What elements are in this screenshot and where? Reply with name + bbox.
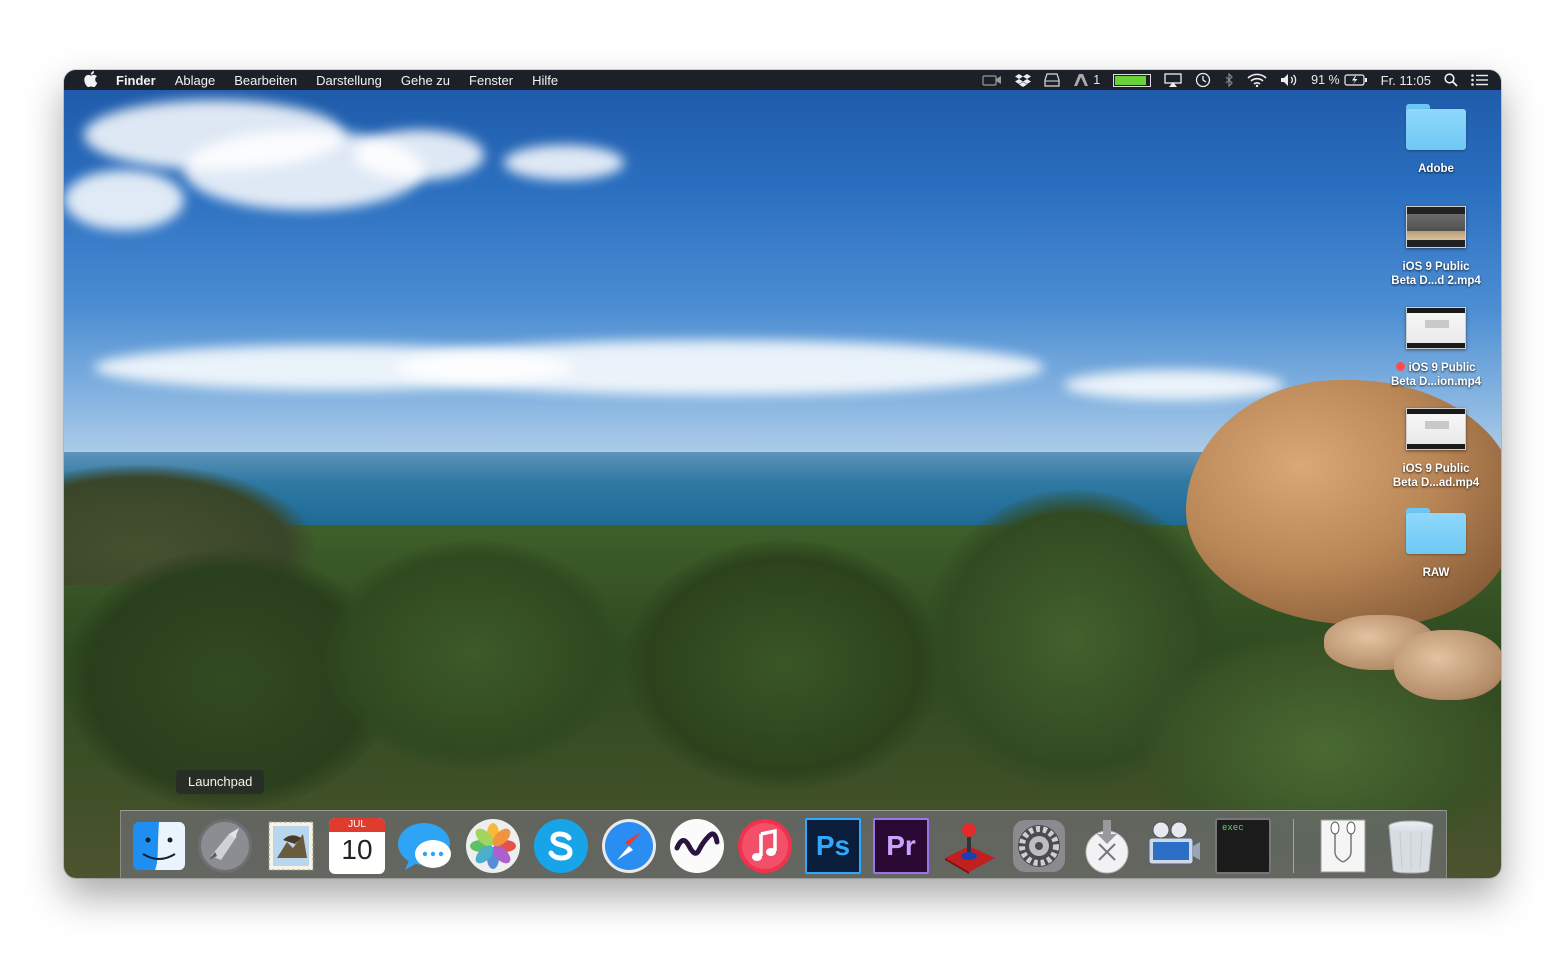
joystick-app-icon bbox=[941, 818, 997, 874]
desktop-icon-label-line1: iOS 9 Public bbox=[1402, 463, 1470, 475]
premiere-icon: Pr bbox=[873, 818, 929, 874]
notification-count: 1 bbox=[1093, 73, 1101, 87]
cinema-app-icon bbox=[669, 818, 725, 874]
photos-icon bbox=[465, 818, 521, 874]
video-thumbnail-icon bbox=[1406, 206, 1466, 248]
dock-cinema-app[interactable] bbox=[669, 818, 727, 876]
video-thumbnail-icon bbox=[1406, 307, 1466, 349]
dock-earphones-document[interactable] bbox=[1315, 818, 1373, 876]
dock-photoshop[interactable]: Ps bbox=[805, 818, 863, 876]
terminal-text: exec bbox=[1222, 823, 1244, 833]
spotlight-search-icon[interactable] bbox=[1444, 73, 1458, 87]
calendar-month: JUL bbox=[329, 818, 385, 832]
notification-center-icon[interactable] bbox=[1471, 74, 1489, 86]
battery-meter bbox=[1113, 73, 1152, 87]
desktop-icon-label-line2: Beta D...ad.mp4 bbox=[1392, 477, 1480, 489]
calendar-icon: JUL 10 bbox=[329, 818, 385, 874]
dock-system-preferences[interactable] bbox=[1011, 818, 1069, 876]
desktop-icon-label-line2: Beta D...d 2.mp4 bbox=[1391, 275, 1481, 287]
dock-photos[interactable] bbox=[465, 818, 523, 876]
premiere-label: Pr bbox=[886, 830, 916, 861]
dock-trash[interactable] bbox=[1383, 818, 1441, 876]
dock-movie-app[interactable] bbox=[1145, 818, 1203, 876]
menu-bearbeiten[interactable]: Bearbeiten bbox=[234, 73, 297, 88]
desktop-icon-label: RAW bbox=[1422, 567, 1450, 579]
osx-installer-icon bbox=[1079, 818, 1135, 874]
battery-level-bar bbox=[1113, 73, 1152, 87]
camera-icon[interactable] bbox=[982, 74, 1002, 86]
volume-icon[interactable] bbox=[1280, 73, 1298, 87]
desktop-icon-label-line1: iOS 9 Public bbox=[1408, 362, 1476, 374]
menu-hilfe[interactable]: Hilfe bbox=[532, 73, 558, 88]
wifi-icon[interactable] bbox=[1247, 73, 1267, 87]
desktop-icon-label: Adobe bbox=[1418, 163, 1454, 175]
red-tag-dot-icon bbox=[1396, 362, 1406, 371]
dock-separator bbox=[1293, 819, 1294, 873]
dropbox-icon[interactable] bbox=[1015, 73, 1032, 87]
desktop-file-video-2[interactable]: iOS 9 Public Beta D...ion.mp4 bbox=[1371, 307, 1501, 389]
dock-premiere[interactable]: Pr bbox=[873, 818, 931, 876]
status-area: 1 91 % Fr. 11:05 bbox=[982, 70, 1501, 90]
menu-ablage[interactable]: Ablage bbox=[175, 73, 215, 88]
desktop-folder-adobe[interactable]: Adobe bbox=[1371, 104, 1501, 176]
battery-percent: 91 % bbox=[1311, 73, 1340, 87]
safari-icon bbox=[601, 818, 657, 874]
airplay-icon[interactable] bbox=[1164, 73, 1182, 87]
menu-bar: Finder Ablage Bearbeiten Darstellung Geh… bbox=[64, 70, 1501, 90]
mail-icon bbox=[263, 818, 319, 874]
battery-charging-icon bbox=[1344, 74, 1367, 86]
launchpad-icon bbox=[197, 818, 253, 874]
dock-osx-installer[interactable] bbox=[1079, 818, 1137, 876]
desktop-folder-raw[interactable]: RAW bbox=[1371, 508, 1501, 580]
messages-icon bbox=[397, 818, 453, 874]
menu-gehe-zu[interactable]: Gehe zu bbox=[401, 73, 450, 88]
photoshop-label: Ps bbox=[815, 830, 851, 861]
system-preferences-icon bbox=[1011, 818, 1067, 874]
earphones-document-icon bbox=[1315, 818, 1371, 874]
dock-skype[interactable] bbox=[533, 818, 591, 876]
menu-fenster[interactable]: Fenster bbox=[469, 73, 513, 88]
itunes-icon bbox=[737, 818, 793, 874]
apple-menu-icon[interactable] bbox=[82, 70, 100, 90]
dock-tooltip: Launchpad bbox=[176, 770, 265, 794]
menu-finder[interactable]: Finder bbox=[116, 73, 156, 88]
photoshop-icon: Ps bbox=[805, 818, 861, 874]
dock-terminal[interactable]: exec bbox=[1215, 818, 1273, 876]
menu-darstellung[interactable]: Darstellung bbox=[316, 73, 382, 88]
desktop-wallpaper bbox=[64, 70, 1501, 878]
time-machine-icon[interactable] bbox=[1195, 72, 1211, 88]
folder-icon bbox=[1406, 508, 1466, 554]
dock-safari[interactable] bbox=[601, 818, 659, 876]
dock-joystick-app[interactable] bbox=[941, 818, 999, 876]
adobe-notification[interactable]: 1 bbox=[1073, 73, 1100, 87]
desktop-icon-label-line2: Beta D...ion.mp4 bbox=[1390, 376, 1482, 388]
menu-clock[interactable]: Fr. 11:05 bbox=[1381, 73, 1431, 88]
desktop-file-video-3[interactable]: iOS 9 Public Beta D...ad.mp4 bbox=[1371, 408, 1501, 490]
dock-messages[interactable] bbox=[397, 818, 455, 876]
terminal-icon: exec bbox=[1215, 818, 1271, 874]
finder-icon bbox=[131, 818, 187, 874]
movie-app-icon bbox=[1145, 818, 1201, 874]
dock-itunes[interactable] bbox=[737, 818, 795, 876]
dock-finder[interactable] bbox=[131, 818, 189, 876]
dock-mail[interactable] bbox=[263, 818, 321, 876]
skype-icon bbox=[533, 818, 589, 874]
dock: JUL 10 Ps Pr exec bbox=[120, 810, 1447, 878]
dock-calendar[interactable]: JUL 10 bbox=[329, 818, 387, 876]
desktop-icon-label-line1: iOS 9 Public bbox=[1402, 261, 1470, 273]
dock-launchpad[interactable] bbox=[197, 818, 255, 876]
calendar-day: 10 bbox=[341, 834, 373, 865]
bluetooth-icon[interactable] bbox=[1224, 73, 1234, 87]
video-thumbnail-icon bbox=[1406, 408, 1466, 450]
desktop-file-video-1[interactable]: iOS 9 Public Beta D...d 2.mp4 bbox=[1371, 206, 1501, 288]
battery-status[interactable]: 91 % bbox=[1311, 73, 1368, 87]
screen: Finder Ablage Bearbeiten Darstellung Geh… bbox=[64, 70, 1501, 878]
drive-icon[interactable] bbox=[1044, 73, 1060, 87]
trash-icon bbox=[1383, 818, 1439, 874]
folder-icon bbox=[1406, 104, 1466, 150]
